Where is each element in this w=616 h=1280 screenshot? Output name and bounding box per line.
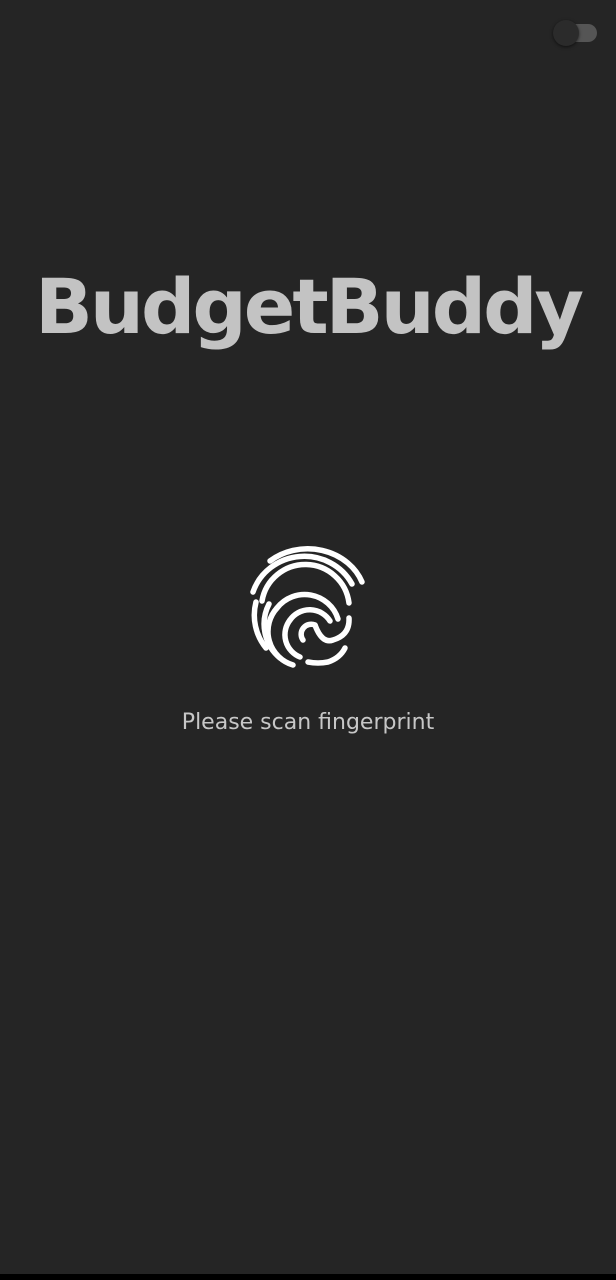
- theme-toggle[interactable]: [553, 20, 599, 46]
- fingerprint-icon[interactable]: [248, 540, 368, 672]
- lock-screen: BudgetBuddy Please scan fingerprint: [0, 0, 616, 1274]
- scan-prompt: Please scan fingerprint: [181, 710, 435, 735]
- app-title: BudgetBuddy: [34, 262, 584, 351]
- toggle-thumb: [553, 20, 579, 46]
